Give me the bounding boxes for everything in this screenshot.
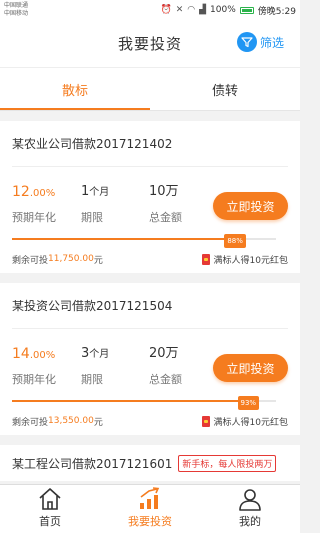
amount-value: 20万 (149, 346, 179, 361)
loan-title: 某农业公司借款2017121402 (12, 121, 288, 167)
term-stat: 3个月 期限 (81, 345, 149, 387)
home-icon (39, 488, 61, 510)
wifi-icon: ◠ (187, 5, 196, 15)
alarm-icon: ⏰ (160, 5, 172, 15)
nav-invest-label: 我要投资 (128, 515, 172, 528)
invest-button[interactable]: 立即投资 (213, 192, 288, 220)
clock: 傍晚5:29 (257, 6, 296, 17)
mute-icon: ✕ (175, 5, 184, 15)
tab-sanbiao[interactable]: 散标 (0, 68, 150, 110)
signal-icon: ▟ (199, 5, 207, 15)
rate-suffix: .00% (29, 188, 56, 199)
user-icon (239, 489, 261, 511)
nav-home-label: 首页 (39, 515, 61, 528)
rate-label: 预期年化 (12, 373, 56, 386)
battery-percent: 100% (210, 5, 236, 15)
rate-label: 预期年化 (12, 211, 56, 224)
remaining-label: 剩余可投 (12, 417, 49, 428)
filter-label: 筛选 (259, 35, 284, 50)
progress-percent: 93% (237, 396, 260, 410)
invest-button[interactable]: 立即投资 (213, 354, 288, 382)
carrier-1: 中国联通 (4, 2, 29, 9)
rate-suffix: .00% (29, 350, 56, 361)
carrier-info: 中国联通 中国移动 (4, 2, 28, 18)
nav-mine[interactable]: 我的 (200, 485, 300, 533)
rate-value: 12 (12, 184, 30, 200)
term-label: 期限 (81, 211, 103, 224)
filter-icon (236, 32, 257, 52)
rate-value: 14 (12, 346, 30, 362)
amount-value: 10万 (149, 184, 179, 199)
page-header: 我要投资 筛选 (0, 20, 300, 67)
amount-label: 总金额 (149, 211, 182, 224)
progress-percent: 88% (224, 234, 246, 248)
term-label: 期限 (81, 373, 103, 386)
nav-invest[interactable]: 我要投资 (100, 485, 200, 533)
loan-card[interactable]: 某农业公司借款2017121402 12.00% 预期年化 1个月 期限 10万… (0, 121, 300, 273)
remaining-label: 剩余可投 (12, 255, 49, 266)
progress-fill (12, 400, 258, 402)
tab-zhaizhuan[interactable]: 债转 (150, 68, 300, 110)
progress-bar: 93% (12, 389, 288, 410)
red-envelope-icon (201, 415, 210, 427)
loan-card[interactable]: 某投资公司借款2017121504 14.00% 预期年化 3个月 期限 20万… (0, 283, 300, 435)
reward-text: 满标人得10元红包 (213, 417, 288, 428)
amount-stat: 10万 总金额 (149, 183, 182, 225)
amount-stat: 20万 总金额 (149, 345, 182, 387)
carrier-2: 中国移动 (4, 10, 29, 17)
loan-card[interactable]: 某工程公司借款2017121601 新手标，每人限投两万 (0, 445, 300, 481)
nav-home[interactable]: 首页 (0, 485, 100, 533)
loan-title: 某工程公司借款2017121601 (12, 456, 173, 471)
amount-label: 总金额 (149, 373, 182, 386)
reward-text: 满标人得10元红包 (213, 255, 288, 266)
remaining-amount: 13,550.00 (48, 416, 94, 426)
newbie-badge: 新手标，每人限投两万 (178, 454, 277, 472)
term-unit: 个月 (89, 349, 110, 360)
battery-icon (239, 6, 254, 14)
progress-bar: 88% (12, 227, 288, 248)
page-title: 我要投资 (117, 35, 182, 53)
bottom-nav: 首页 我要投资 我的 (0, 484, 300, 533)
status-bar: 中国联通 中国移动 ⏰ ✕ ◠ ▟ 100% 傍晚5:29 (0, 0, 300, 20)
filter-button[interactable]: 筛选 (236, 32, 284, 52)
remaining-unit: 元 (93, 255, 103, 266)
invest-chart-icon (140, 487, 160, 509)
loan-title: 某投资公司借款2017121504 (12, 283, 288, 329)
nav-mine-label: 我的 (239, 515, 261, 528)
term-stat: 1个月 期限 (81, 183, 149, 225)
rate-stat: 12.00% 预期年化 (12, 183, 81, 225)
rate-stat: 14.00% 预期年化 (12, 345, 81, 387)
progress-fill (12, 238, 245, 240)
red-envelope-icon (201, 253, 210, 265)
remaining-amount: 11,750.00 (48, 254, 94, 264)
remaining-unit: 元 (93, 417, 103, 428)
term-unit: 个月 (89, 187, 110, 198)
tab-bar: 散标 债转 (0, 67, 300, 111)
reward-info: 满标人得10元红包 (201, 415, 288, 428)
reward-info: 满标人得10元红包 (201, 253, 288, 266)
